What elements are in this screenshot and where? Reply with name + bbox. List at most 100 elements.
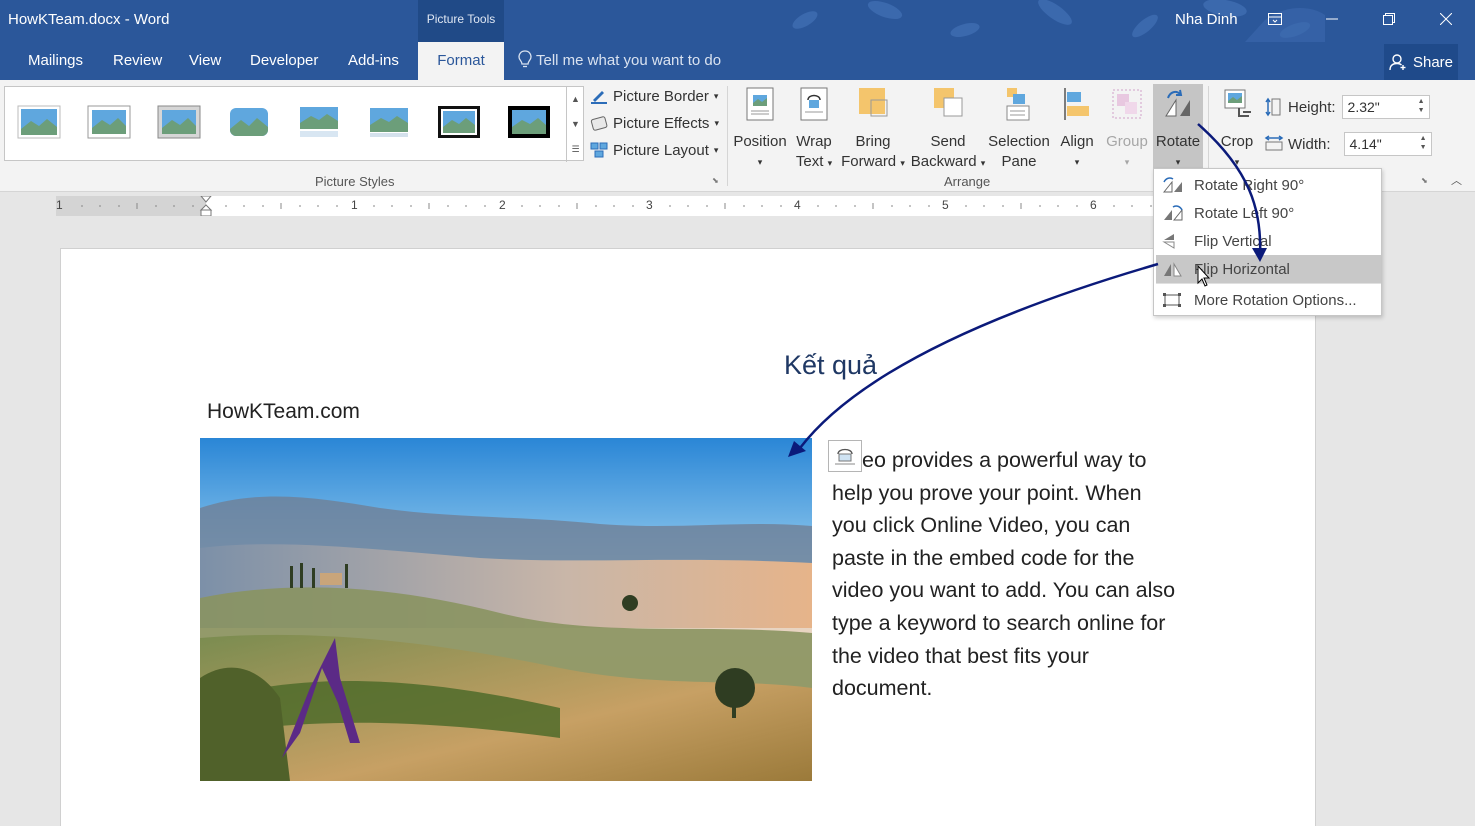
width-control: Width: 4.14" ▲ ▼	[1264, 130, 1432, 158]
ruler-ticks	[81, 196, 1152, 216]
send-backward-icon	[934, 88, 963, 117]
picture-effects-icon	[590, 116, 608, 131]
collapse-ribbon-icon[interactable]: ︿	[1451, 172, 1462, 188]
scroll-down-icon[interactable]: ▼	[567, 112, 584, 137]
send-backward-label: Send	[930, 133, 966, 150]
group-label: Group	[1106, 133, 1148, 150]
tab-review[interactable]: Review	[103, 42, 172, 80]
picture-effects-label: Picture Effects	[613, 114, 710, 132]
window-title: HowKTeam.docx - Word	[8, 11, 170, 28]
tab-mailings[interactable]: Mailings	[18, 42, 93, 80]
tab-view[interactable]: View	[179, 42, 231, 80]
minimize-button[interactable]	[1309, 0, 1355, 38]
height-spinner[interactable]: ▲ ▼	[1418, 97, 1425, 115]
align-label: Align	[1060, 133, 1094, 150]
dropdown-arrow-icon: ▾	[980, 158, 986, 168]
size-dialog-launcher-icon[interactable]: ⬊	[1421, 176, 1428, 185]
flip-horizontal-icon	[1164, 262, 1182, 277]
ruler-number: 1	[56, 198, 63, 212]
width-input[interactable]: 4.14" ▲ ▼	[1343, 132, 1432, 156]
group-button[interactable]: Group ▾	[1104, 86, 1150, 172]
align-icon	[1064, 88, 1089, 120]
tell-me-text: Tell me what you want to do	[536, 52, 722, 69]
tell-me-search[interactable]: Tell me what you want to do	[518, 42, 721, 80]
more-rotation-label: More Rotation Options...	[1194, 291, 1357, 309]
group-icon	[1112, 89, 1142, 119]
bring-forward-icon	[859, 88, 888, 117]
rotate-right-icon	[1162, 177, 1182, 193]
body-paragraph[interactable]: eo provides a powerful way to help you p…	[832, 444, 1182, 705]
gallery-scroll[interactable]: ▲ ▼ ☰	[566, 87, 584, 162]
close-icon	[1440, 13, 1452, 25]
rotate-left-label: Rotate Left 90°	[1194, 204, 1295, 222]
more-rotation-icon	[1163, 293, 1181, 307]
close-button[interactable]	[1423, 0, 1469, 38]
crop-button[interactable]: Crop ▾	[1214, 86, 1260, 172]
rotate-button[interactable]: Rotate ▾	[1153, 86, 1203, 172]
selection-pane-label: Selection	[988, 133, 1050, 150]
crop-icon	[1224, 89, 1251, 117]
picture-border-button[interactable]: Picture Border ▾	[590, 83, 718, 109]
tab-developer[interactable]: Developer	[240, 42, 328, 80]
restore-icon	[1383, 13, 1395, 25]
crop-label: Crop	[1220, 133, 1254, 150]
menu-item-more-rotation[interactable]: More Rotation Options...	[1156, 286, 1381, 314]
picture-layout-label: Picture Layout	[613, 141, 709, 159]
landscape-picture[interactable]	[200, 438, 812, 781]
restore-button[interactable]	[1366, 0, 1412, 38]
height-input[interactable]: 2.32" ▲ ▼	[1341, 95, 1430, 119]
scroll-up-icon[interactable]: ▲	[567, 87, 584, 112]
picture-styles-group-label: Picture Styles	[315, 174, 395, 189]
ribbon-display-options-button[interactable]	[1252, 0, 1298, 38]
picture-style-thumb[interactable]	[157, 105, 201, 139]
wrap-text-button[interactable]: Wrap Text ▾	[792, 86, 836, 173]
tab-format[interactable]: Format	[418, 42, 504, 80]
picture-effects-button[interactable]: Picture Effects ▾	[590, 110, 719, 136]
align-button[interactable]: Align ▾	[1055, 86, 1099, 172]
bring-forward-button[interactable]: Bring Forward ▾	[840, 86, 906, 173]
selection-pane-button[interactable]: Selection Pane	[987, 86, 1051, 172]
ruler-number: 1	[351, 198, 358, 212]
ruler-number: 3	[646, 198, 653, 212]
share-button[interactable]: Share	[1384, 44, 1458, 80]
person-add-icon	[1389, 54, 1406, 71]
site-label[interactable]: HowKTeam.com	[207, 400, 360, 424]
dropdown-arrow-icon: ▾	[900, 158, 905, 168]
width-spinner[interactable]: ▲ ▼	[1420, 134, 1427, 152]
width-icon	[1264, 135, 1284, 151]
picture-styles-gallery[interactable]: ▲ ▼ ☰	[4, 86, 584, 162]
flip-vertical-icon	[1162, 234, 1175, 249]
picture-style-thumb[interactable]	[507, 105, 551, 139]
position-button[interactable]: Position ▾	[733, 86, 787, 172]
user-name[interactable]: Nha Dinh	[1175, 11, 1238, 28]
group-separator	[727, 86, 728, 186]
menu-item-rotate-left[interactable]: Rotate Left 90°	[1156, 199, 1381, 227]
dialog-launcher-icon[interactable]: ⬊	[712, 176, 719, 185]
picture-style-thumb[interactable]	[87, 105, 131, 139]
ruler-number: 4	[794, 198, 801, 212]
rotate-icon	[1165, 89, 1190, 117]
menu-item-flip-horizontal[interactable]: Flip Horizontal	[1156, 255, 1381, 283]
picture-style-thumb[interactable]	[367, 105, 411, 139]
height-control: Height: 2.32" ▲ ▼	[1264, 93, 1430, 121]
menu-separator	[1156, 283, 1381, 284]
gallery-more-icon[interactable]: ☰	[567, 137, 584, 162]
tab-add-ins[interactable]: Add-ins	[338, 42, 409, 80]
ruler-number: 5	[942, 198, 949, 212]
wrap-text-label-2: Text	[795, 153, 824, 170]
menu-item-flip-vertical[interactable]: Flip Vertical	[1156, 227, 1381, 255]
picture-layout-button[interactable]: Picture Layout ▾	[590, 137, 718, 163]
picture-style-thumb[interactable]	[17, 105, 61, 139]
picture-style-thumb[interactable]	[437, 105, 481, 139]
share-label: Share	[1412, 53, 1454, 71]
dropdown-arrow-icon: ▾	[713, 90, 719, 101]
position-label: Position	[733, 133, 787, 150]
picture-layout-icon	[590, 142, 608, 158]
send-backward-button[interactable]: Send Backward ▾	[909, 86, 987, 173]
horizontal-ruler[interactable]: 1 1 2 3 4 5 6	[56, 196, 1156, 216]
picture-style-thumb[interactable]	[227, 105, 271, 139]
menu-item-rotate-right[interactable]: Rotate Right 90°	[1156, 171, 1381, 199]
ribbon-display-icon	[1268, 13, 1282, 25]
pen-border-icon	[591, 91, 607, 104]
picture-style-thumb[interactable]	[297, 105, 341, 139]
